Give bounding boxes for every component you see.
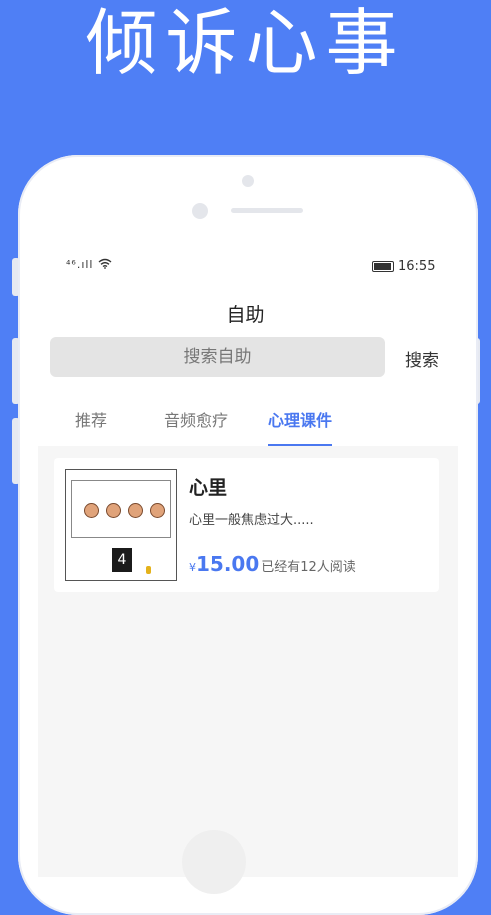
home-indicator (182, 830, 246, 894)
earpiece-speaker (231, 208, 303, 213)
tab-label: 音频愈疗 (164, 411, 229, 430)
status-time: 16:55 (398, 259, 436, 274)
monkey-icon (128, 503, 143, 518)
status-signal: ⁴⁶.ıll (66, 258, 112, 271)
tab-psychology-courseware[interactable]: 心理课件 (268, 410, 333, 446)
tab-label: 心理课件 (268, 411, 333, 430)
front-camera-icon (242, 175, 254, 187)
monkey-icon (106, 503, 121, 518)
signal-icon: ⁴⁶.ıll (66, 258, 94, 271)
course-description: 心里一般焦虑过大..... (189, 513, 314, 528)
tab-recommend[interactable]: 推荐 (75, 410, 107, 446)
thumbnail-panel (71, 480, 171, 538)
search-input[interactable]: 搜索自助 (50, 337, 385, 377)
pineapple-icon (146, 566, 151, 574)
read-count: 已经有12人阅读 (261, 560, 356, 575)
course-price: 15.00 (196, 552, 260, 576)
tab-label: 推荐 (75, 411, 108, 430)
page-title: 自助 (226, 304, 265, 326)
search-button[interactable]: 搜索 (405, 346, 439, 371)
sensor-icon (192, 203, 208, 219)
monkey-icon (84, 503, 99, 518)
battery-icon (372, 261, 394, 272)
monkey-icon (150, 503, 165, 518)
tab-bar: 推荐 音频愈疗 心理课件 (0, 410, 491, 446)
promo-headline: 倾诉心事 (85, 1, 406, 85)
tab-audio-therapy[interactable]: 音频愈疗 (164, 410, 228, 446)
wifi-icon (98, 258, 112, 269)
course-price-row: ¥ 15.00 已经有12人阅读 (189, 552, 356, 576)
course-thumbnail: 4 (65, 469, 177, 581)
course-title: 心里 (189, 477, 228, 499)
status-right: 16:55 (372, 259, 435, 274)
thumbnail-number: 4 (112, 548, 132, 572)
currency-symbol: ¥ (189, 561, 196, 574)
